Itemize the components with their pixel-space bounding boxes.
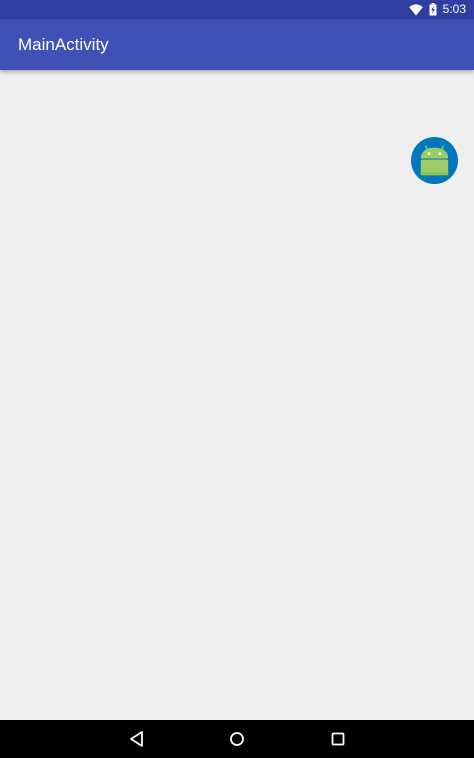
- home-icon[interactable]: [227, 729, 247, 749]
- status-icons: 5:03: [408, 2, 466, 17]
- wifi-icon: [408, 3, 423, 15]
- status-time: 5:03: [442, 2, 466, 16]
- status-bar: 5:03: [0, 0, 474, 19]
- back-icon[interactable]: [127, 729, 147, 749]
- screen: 5:03 MainActivity: [0, 0, 474, 758]
- app-bar: MainActivity: [0, 19, 474, 70]
- navigation-bar: [0, 720, 474, 758]
- battery-charging-icon: [429, 3, 437, 16]
- app-title: MainActivity: [18, 35, 109, 54]
- android-launcher-icon[interactable]: [411, 137, 458, 184]
- recents-icon[interactable]: [328, 729, 348, 749]
- main-content: [0, 70, 474, 720]
